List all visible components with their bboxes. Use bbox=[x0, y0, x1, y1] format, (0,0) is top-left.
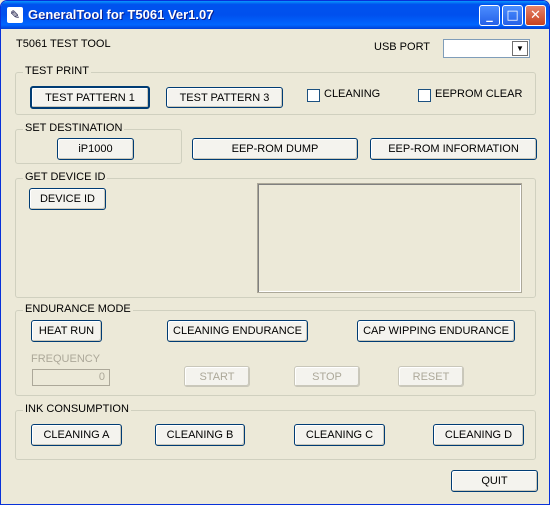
quit-button[interactable]: QUIT bbox=[451, 470, 538, 492]
eeprom-clear-checkbox-label: EEPROM CLEAR bbox=[435, 88, 523, 100]
frequency-label: FREQUENCY bbox=[31, 353, 101, 365]
cleaning-d-button[interactable]: CLEANING D bbox=[433, 424, 524, 446]
set-destination-legend: SET DESTINATION bbox=[23, 122, 125, 134]
destination-ip1000-button[interactable]: iP1000 bbox=[57, 138, 134, 160]
device-id-button[interactable]: DEVICE ID bbox=[29, 188, 106, 210]
maximize-button[interactable]: □ bbox=[502, 5, 523, 26]
reset-button[interactable]: RESET bbox=[398, 366, 464, 387]
eeprom-dump-button[interactable]: EEP-ROM DUMP bbox=[192, 138, 358, 160]
cleaning-checkbox[interactable] bbox=[307, 89, 320, 102]
device-id-legend: GET DEVICE ID bbox=[23, 171, 108, 183]
frequency-input[interactable]: 0 bbox=[32, 369, 110, 386]
stop-button[interactable]: STOP bbox=[294, 366, 360, 387]
minimize-button[interactable]: _ bbox=[479, 5, 500, 26]
device-id-output[interactable] bbox=[257, 183, 522, 293]
title-bar[interactable]: ✎ GeneralTool for T5061 Ver1.07 _ □ ✕ bbox=[1, 1, 549, 29]
cleaning-c-button[interactable]: CLEANING C bbox=[294, 424, 385, 446]
endurance-mode-legend: ENDURANCE MODE bbox=[23, 303, 133, 315]
ink-consumption-legend: INK CONSUMPTION bbox=[23, 403, 131, 415]
tool-name-label: T5061 TEST TOOL bbox=[16, 38, 111, 50]
usb-port-select[interactable]: ▼ bbox=[443, 39, 530, 58]
test-pattern-3-button[interactable]: TEST PATTERN 3 bbox=[166, 87, 283, 108]
close-button[interactable]: ✕ bbox=[525, 5, 546, 26]
start-button[interactable]: START bbox=[184, 366, 250, 387]
cleaning-b-button[interactable]: CLEANING B bbox=[155, 424, 245, 446]
cap-wipping-endurance-button[interactable]: CAP WIPPING ENDURANCE bbox=[357, 320, 515, 342]
window-title: GeneralTool for T5061 Ver1.07 bbox=[28, 7, 214, 22]
cleaning-checkbox-label: CLEANING bbox=[324, 88, 381, 100]
test-print-legend: TEST PRINT bbox=[23, 65, 91, 77]
eeprom-clear-checkbox[interactable] bbox=[418, 89, 431, 102]
chevron-down-icon[interactable]: ▼ bbox=[512, 41, 528, 56]
cleaning-endurance-button[interactable]: CLEANING ENDURANCE bbox=[167, 320, 308, 342]
heat-run-button[interactable]: HEAT RUN bbox=[31, 320, 102, 342]
usb-port-label: USB PORT bbox=[374, 41, 431, 53]
generaltool-icon[interactable]: ✎ bbox=[7, 7, 23, 23]
test-pattern-1-button[interactable]: TEST PATTERN 1 bbox=[30, 86, 150, 109]
main-window: ✎ GeneralTool for T5061 Ver1.07 _ □ ✕ T5… bbox=[0, 0, 550, 505]
cleaning-a-button[interactable]: CLEANING A bbox=[31, 424, 122, 446]
eeprom-information-button[interactable]: EEP-ROM INFORMATION bbox=[370, 138, 537, 160]
device-id-button-label: DEVICE ID bbox=[39, 193, 95, 205]
